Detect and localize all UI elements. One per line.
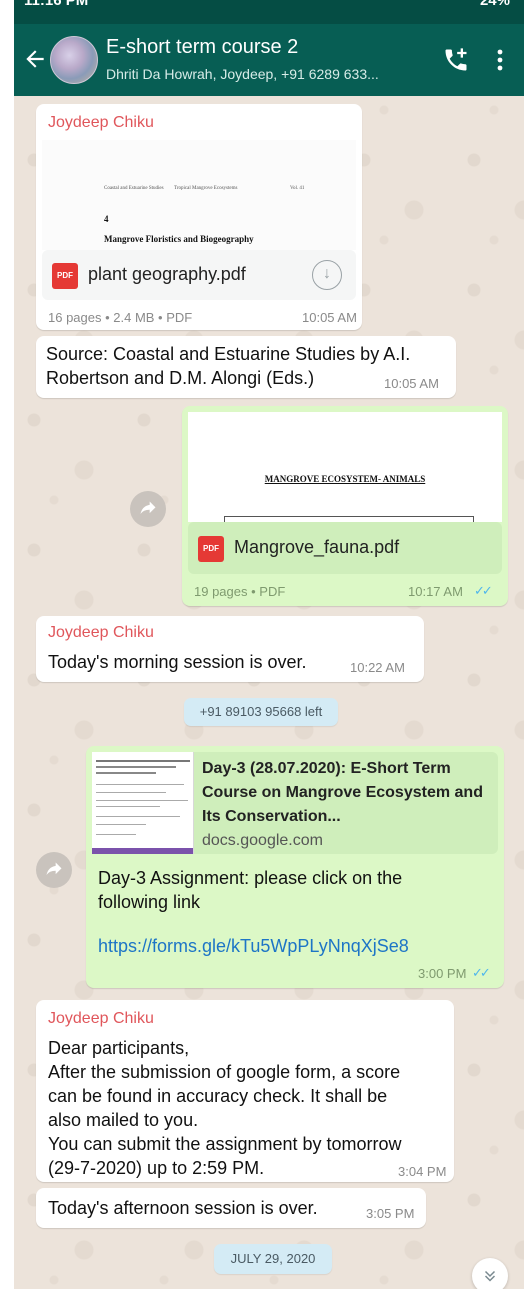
message-time: 10:22 AM <box>350 660 405 675</box>
forward-button[interactable] <box>36 852 72 888</box>
message-outgoing-document[interactable]: MANGROVE ECOSYSTEM- ANIMALS PDF Mangrove… <box>182 406 508 606</box>
message-text-line: You can submit the assignment by tomorro… <box>48 1134 402 1154</box>
message-incoming-document[interactable]: Joydeep Chiku Coastal and Estuarine Stud… <box>36 104 362 330</box>
double-chevron-down-icon <box>484 1270 496 1282</box>
group-members[interactable]: Dhriti Da Howrah, Joydeep, +91 6289 633.… <box>106 66 416 82</box>
preview-header-left: Coastal and Estuarine Studies <box>104 186 164 191</box>
link-preview-thumbnail <box>92 752 194 854</box>
link-preview-title-line3[interactable]: Its Conservation... <box>202 808 341 826</box>
sender-name[interactable]: Joydeep Chiku <box>48 1010 154 1028</box>
more-options-icon[interactable] <box>490 46 510 74</box>
message-incoming-text[interactable]: Source: Coastal and Estuarine Studies by… <box>36 336 456 398</box>
preview-header-right: Vol. 41 <box>290 186 305 191</box>
message-text-line2: Robertson and D.M. Alongi (Eds.) <box>46 368 315 388</box>
link-preview-title-line2[interactable]: Course on Mangrove Ecosystem and <box>202 784 483 802</box>
add-call-icon[interactable] <box>442 46 470 74</box>
message-incoming-text[interactable]: Joydeep Chiku Today's morning session is… <box>36 616 424 682</box>
sender-name[interactable]: Joydeep Chiku <box>48 114 154 132</box>
read-receipt-icon: ✓✓ <box>474 583 493 598</box>
document-preview[interactable]: Coastal and Estuarine Studies Tropical M… <box>42 140 356 250</box>
group-title[interactable]: E-short term course 2 <box>106 36 298 59</box>
message-incoming-text[interactable]: Joydeep Chiku Dear participants, After t… <box>36 1000 454 1182</box>
group-avatar[interactable] <box>50 36 98 84</box>
chat-header: E-short term course 2 Dhriti Da Howrah, … <box>14 24 524 96</box>
download-icon[interactable]: ↓ <box>312 260 342 290</box>
document-meta: 16 pages • 2.4 MB • PDF <box>48 310 193 325</box>
message-time: 10:05 AM <box>384 376 439 391</box>
document-file-name[interactable]: Mangrove_fauna.pdf <box>234 537 399 558</box>
system-notification: +91 89103 95668 left <box>184 698 338 726</box>
message-text-line: can be found in accuracy check. It shall… <box>48 1086 388 1106</box>
forward-icon <box>140 501 156 514</box>
message-text-line1: Day-3 Assignment: please click on the <box>98 868 403 888</box>
status-battery: 24% <box>479 0 510 9</box>
message-text-line: (29-7-2020) up to 2:59 PM. <box>48 1158 265 1178</box>
document-file-name[interactable]: plant geography.pdf <box>88 264 246 285</box>
message-link[interactable]: https://forms.gle/kTu5WpPLyNnqXjSe8 <box>98 936 409 957</box>
message-text-line: After the submission of google form, a s… <box>48 1062 401 1082</box>
preview-chapter-title: Mangrove Floristics and Biogeography <box>104 234 254 244</box>
message-text-line: also mailed to you. <box>48 1110 199 1130</box>
preview-header-mid: Tropical Mangrove Ecosystems <box>174 186 238 191</box>
message-outgoing-link[interactable]: Day-3 (28.07.2020): E-Short Term Course … <box>86 746 504 988</box>
document-preview[interactable]: MANGROVE ECOSYSTEM- ANIMALS <box>188 412 502 522</box>
sender-name[interactable]: Joydeep Chiku <box>48 624 154 642</box>
message-time: 10:17 AM <box>408 584 463 599</box>
forward-button[interactable] <box>130 491 166 527</box>
preview-chapter-number: 4 <box>104 214 109 224</box>
link-preview-domain: docs.google.com <box>202 832 323 849</box>
link-preview-title-line1[interactable]: Day-3 (28.07.2020): E-Short Term <box>202 760 451 778</box>
document-file-row[interactable]: PDF plant geography.pdf ↓ <box>42 250 356 300</box>
preview-heading: MANGROVE ECOSYSTEM- ANIMALS <box>264 474 426 484</box>
message-incoming-text[interactable]: Today's afternoon session is over. 3:05 … <box>36 1188 426 1228</box>
back-arrow-icon[interactable] <box>22 46 48 72</box>
date-divider: JULY 29, 2020 <box>214 1244 332 1274</box>
status-time: 11:16 PM <box>24 0 89 9</box>
chat-screen: 11:16 PM 24% E-short term course 2 Dhrit… <box>14 0 524 1289</box>
scroll-to-bottom-button[interactable] <box>472 1258 508 1289</box>
read-receipt-icon: ✓✓ <box>472 965 491 980</box>
document-meta: 19 pages • PDF <box>194 584 286 599</box>
link-preview-card[interactable]: Day-3 (28.07.2020): E-Short Term Course … <box>92 752 498 854</box>
message-text-line2: following link <box>98 892 201 912</box>
message-text-line1: Source: Coastal and Estuarine Studies by… <box>46 344 411 364</box>
message-time: 10:05 AM <box>302 310 357 325</box>
pdf-icon: PDF <box>198 536 224 562</box>
message-time: 3:05 PM <box>366 1206 415 1221</box>
message-text-line: Dear participants, <box>48 1038 190 1058</box>
pdf-icon: PDF <box>52 263 78 289</box>
message-time: 3:00 PM <box>418 966 467 981</box>
forward-icon <box>46 862 62 875</box>
message-text: Today's morning session is over. <box>48 652 307 672</box>
document-file-row[interactable]: PDF Mangrove_fauna.pdf <box>188 522 502 574</box>
message-time: 3:04 PM <box>398 1164 447 1179</box>
status-bar: 11:16 PM 24% <box>14 0 524 24</box>
message-text: Today's afternoon session is over. <box>48 1198 318 1218</box>
